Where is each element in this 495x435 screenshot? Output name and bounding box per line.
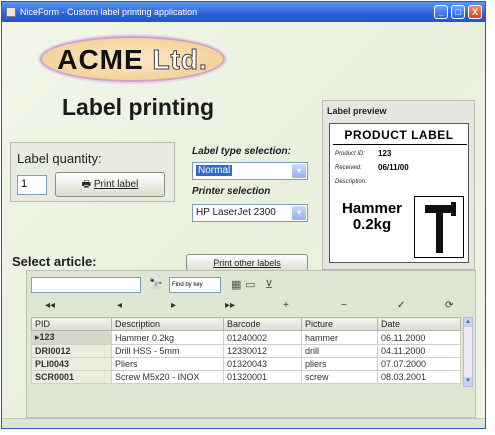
label-divider: [333, 144, 467, 145]
prev-record-button[interactable]: ◂: [117, 299, 122, 313]
label-preview-panel: Label preview PRODUCT LABEL Product ID: …: [322, 100, 475, 270]
client-area: ACME Ltd. Label printing Label quantity:…: [2, 22, 485, 428]
delete-record-button[interactable]: −: [341, 299, 347, 313]
chevron-down-icon[interactable]: ▾: [292, 164, 306, 178]
select-article-heading: Select article:: [12, 254, 97, 269]
print-other-labels-text: Print other labels: [213, 258, 281, 268]
label-field-key: Description:: [335, 179, 367, 185]
scroll-up-icon[interactable]: ▲: [464, 318, 472, 327]
table-cell[interactable]: DRI0012: [31, 344, 112, 358]
binoculars-icon[interactable]: 🔭: [149, 277, 163, 293]
preview-title: Label preview: [327, 106, 387, 116]
app-icon: [6, 7, 16, 17]
label-field-key: Received:: [335, 165, 362, 171]
printer-label: Printer selection: [192, 186, 271, 197]
printer-select[interactable]: HP LaserJet 2300 ▾: [192, 204, 308, 222]
logo-ltd: Ltd.: [152, 44, 208, 76]
product-picture: [414, 196, 464, 258]
label-heading: PRODUCT LABEL: [344, 128, 454, 142]
refresh-icon[interactable]: ⟳: [445, 299, 453, 313]
column-header-barcode[interactable]: Barcode: [223, 317, 302, 331]
window-title: NiceForm - Custom label printing applica…: [20, 7, 198, 17]
table-cell[interactable]: Screw M5x20 - INOX: [111, 370, 224, 384]
scroll-down-icon[interactable]: ▼: [464, 377, 472, 386]
label-field-key: Product ID:: [335, 151, 366, 157]
table-cell[interactable]: 08.03.2001: [377, 370, 461, 384]
app-window: NiceForm - Custom label printing applica…: [1, 1, 486, 429]
articles-table: PID Description Barcode Picture Date ▸12…: [31, 317, 461, 384]
table-cell[interactable]: 12330012: [223, 344, 302, 358]
selection-panel: Label type selection: Normal ▾ Printer s…: [182, 142, 312, 252]
quantity-input[interactable]: 1: [17, 175, 47, 195]
first-record-button[interactable]: ◂◂: [45, 299, 55, 313]
quantity-label: Label quantity:: [17, 151, 102, 166]
column-header-date[interactable]: Date: [377, 317, 461, 331]
table-cell[interactable]: PLI0043: [31, 357, 112, 371]
table-cell[interactable]: Pliers: [111, 357, 224, 371]
table-row[interactable]: SCR0001 Screw M5x20 - INOX 01320001 scre…: [31, 370, 461, 384]
table-cell[interactable]: Drill HSS - 5mm: [111, 344, 224, 358]
table-cell[interactable]: hammer: [301, 330, 378, 345]
table-cell[interactable]: 07.07.2000: [377, 357, 461, 371]
label-field-value: 06/11/00: [378, 163, 409, 172]
table-row[interactable]: ▸123 Hammer 0.2kg 01240002 hammer 06.11.…: [31, 330, 461, 345]
search-input[interactable]: [31, 277, 141, 293]
navigation-bar: ◂◂ ◂ ▸ ▸▸ + − ✓ ⟳: [31, 299, 471, 313]
table-cell[interactable]: drill: [301, 344, 378, 358]
label-type-select[interactable]: Normal ▾: [192, 162, 308, 180]
filter-icon[interactable]: ⊻: [265, 277, 273, 293]
next-record-button[interactable]: ▸: [171, 299, 176, 313]
printer-icon: 🖶: [81, 179, 92, 190]
column-header-picture[interactable]: Picture: [301, 317, 378, 331]
table-header-row: PID Description Barcode Picture Date: [31, 317, 461, 331]
form-view-icon[interactable]: ▭: [245, 277, 255, 293]
table-cell[interactable]: screw: [301, 370, 378, 384]
print-label-button[interactable]: 🖶 Print label: [55, 172, 165, 197]
product-name: Hammer: [341, 200, 403, 217]
table-cell[interactable]: 01240002: [223, 330, 302, 345]
quantity-panel: Label quantity: 1 🖶 Print label: [10, 142, 175, 202]
minimize-button[interactable]: _: [434, 5, 448, 19]
product-weight: 0.2kg: [352, 216, 392, 233]
vertical-scrollbar[interactable]: ▲ ▼: [463, 317, 473, 387]
maximize-button[interactable]: □: [451, 5, 465, 19]
company-logo: ACME Ltd.: [40, 36, 225, 82]
printer-value: HP LaserJet 2300: [196, 207, 276, 218]
table-cell[interactable]: pliers: [301, 357, 378, 371]
hammer-icon: [425, 202, 456, 253]
status-bar: [2, 418, 485, 428]
table-cell[interactable]: 06.11.2000: [377, 330, 461, 345]
label-field-value: 123: [378, 149, 392, 158]
table-cell[interactable]: SCR0001: [31, 370, 112, 384]
table-cell[interactable]: 04.11.2000: [377, 344, 461, 358]
table-cell[interactable]: 01320043: [223, 357, 302, 371]
post-record-button[interactable]: ✓: [397, 299, 405, 313]
label-type-label: Label type selection:: [192, 146, 291, 157]
column-header-description[interactable]: Description: [111, 317, 224, 331]
table-row[interactable]: DRI0012 Drill HSS - 5mm 12330012 drill 0…: [31, 344, 461, 358]
add-record-button[interactable]: +: [283, 299, 289, 313]
label-preview-card: PRODUCT LABEL Product ID: 123 Received: …: [329, 123, 469, 263]
find-by-value: Find by key: [172, 282, 203, 288]
last-record-button[interactable]: ▸▸: [225, 299, 235, 313]
article-grid-panel: 🔭 Find by key ▦ ▭ ⊻ ◂◂ ◂ ▸ ▸▸ + − ✓ ⟳ PI: [26, 270, 476, 418]
label-type-value: Normal: [196, 165, 233, 176]
table-cell[interactable]: ▸123: [31, 330, 112, 345]
find-by-select[interactable]: Find by key: [169, 277, 221, 293]
title-bar[interactable]: NiceForm - Custom label printing applica…: [2, 2, 485, 22]
table-cell[interactable]: 01320001: [223, 370, 302, 384]
logo-acme: ACME: [57, 44, 144, 75]
close-button[interactable]: X: [468, 5, 482, 19]
pid-value: 123: [39, 332, 55, 342]
chevron-down-icon[interactable]: ▾: [292, 206, 306, 220]
product-description: Hammer 0.2kg: [338, 201, 406, 233]
page-title: Label printing: [62, 94, 215, 120]
table-view-icon[interactable]: ▦: [231, 277, 241, 293]
print-label-text: Print label: [93, 179, 139, 190]
table-cell[interactable]: Hammer 0.2kg: [111, 330, 224, 345]
table-row[interactable]: PLI0043 Pliers 01320043 pliers 07.07.200…: [31, 357, 461, 371]
column-header-pid[interactable]: PID: [31, 317, 112, 331]
